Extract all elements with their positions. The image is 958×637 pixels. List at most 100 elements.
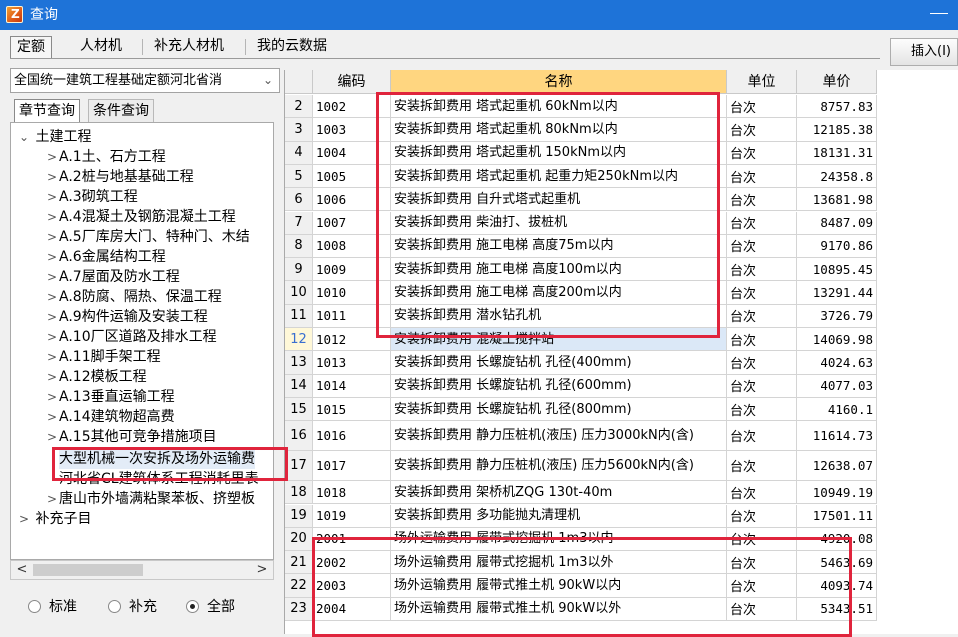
cell-unit[interactable]: 台次 — [727, 527, 797, 552]
table-row[interactable]: 3 1003 安装拆卸费用 塔式起重机 80kNm以内 台次 12185.38 — [285, 118, 958, 142]
table-row[interactable]: 20 2001 场外运输费用 履带式挖掘机 1m3以内 台次 4920.08 — [285, 527, 958, 552]
chevron-right-icon[interactable]: > — [45, 207, 59, 227]
row-index[interactable]: 11 — [285, 304, 313, 328]
cell-name[interactable]: 场外运输费用 履带式挖掘机 1m3以外 — [391, 551, 727, 575]
cell-name[interactable]: 安装拆卸费用 施工电梯 高度200m以内 — [391, 281, 727, 305]
table-row[interactable]: 11 1011 安装拆卸费用 潜水钻孔机 台次 3726.79 — [285, 304, 958, 328]
tree-node[interactable]: > A.7屋面及防水工程 — [45, 267, 180, 287]
cell-code[interactable]: 1019 — [313, 504, 391, 528]
tree-node[interactable]: 河北省CL建筑体系工程消耗里表 — [59, 469, 259, 489]
table-row[interactable]: 10 1010 安装拆卸费用 施工电梯 高度200m以内 台次 13291.44 — [285, 281, 958, 305]
chevron-right-icon[interactable]: > — [45, 427, 59, 447]
tree-node[interactable]: > A.4混凝土及钢筋混凝土工程 — [45, 207, 236, 227]
cell-unit[interactable]: 台次 — [727, 141, 797, 165]
tree-node-selected[interactable]: 大型机械一次安拆及场外运输费 — [59, 449, 255, 469]
chevron-right-icon[interactable]: > — [45, 347, 59, 367]
row-index[interactable]: 8 — [285, 234, 313, 259]
tree-node[interactable]: > A.8防腐、隔热、保温工程 — [45, 287, 222, 307]
table-row[interactable]: 12 1012 安装拆卸费用 混凝土搅拌站 台次 14069.98 — [285, 328, 958, 352]
cell-price[interactable]: 24358.8 — [797, 164, 877, 189]
table-row[interactable]: 17 1017 安装拆卸费用 静力压桩机(液压) 压力5600kN内(含) 台次 126… — [285, 451, 958, 482]
cell-code[interactable]: 1006 — [313, 188, 391, 212]
cell-unit[interactable]: 台次 — [727, 328, 797, 352]
cell-price[interactable]: 8487.09 — [797, 211, 877, 235]
cell-unit[interactable]: 台次 — [727, 551, 797, 575]
cell-name[interactable]: 安装拆卸费用 静力压桩机(液压) 压力3000kN内(含) — [391, 421, 727, 452]
cell-name[interactable]: 安装拆卸费用 长螺旋钻机 孔径(600mm) — [391, 374, 727, 398]
row-index[interactable]: 22 — [285, 574, 313, 598]
row-index[interactable]: 17 — [285, 451, 313, 482]
cell-unit[interactable]: 台次 — [727, 351, 797, 375]
tree-node[interactable]: > A.9构件运输及安装工程 — [45, 307, 208, 327]
cell-unit[interactable]: 台次 — [727, 374, 797, 398]
cell-code[interactable]: 1015 — [313, 397, 391, 422]
table-row[interactable]: 9 1009 安装拆卸费用 施工电梯 高度100m以内 台次 10895.45 — [285, 258, 958, 282]
cell-code[interactable]: 1009 — [313, 258, 391, 282]
cell-name[interactable]: 场外运输费用 履带式推土机 90kW以外 — [391, 597, 727, 621]
tab-my-cloud-data[interactable]: 我的云数据 — [251, 36, 333, 59]
cell-name[interactable]: 安装拆卸费用 混凝土搅拌站 — [391, 328, 727, 352]
cell-name[interactable]: 安装拆卸费用 塔式起重机 起重力矩250kNm以内 — [391, 164, 727, 189]
cell-code[interactable]: 1004 — [313, 141, 391, 165]
cell-code[interactable]: 1018 — [313, 481, 391, 505]
radio-all[interactable]: 全部 — [186, 598, 235, 616]
cell-name[interactable]: 安装拆卸费用 塔式起重机 150kNm以内 — [391, 141, 727, 165]
cell-unit[interactable]: 台次 — [727, 574, 797, 598]
row-index[interactable]: 5 — [285, 164, 313, 189]
cell-code[interactable]: 1016 — [313, 421, 391, 452]
cell-name[interactable]: 安装拆卸费用 施工电梯 高度100m以内 — [391, 258, 727, 282]
row-index[interactable]: 21 — [285, 551, 313, 575]
grid-header-unit[interactable]: 单位 — [727, 70, 797, 94]
cell-unit[interactable]: 台次 — [727, 164, 797, 189]
chevron-down-icon[interactable]: ⌄ — [261, 69, 275, 92]
chevron-right-icon[interactable]: > — [45, 147, 59, 167]
cell-unit[interactable]: 台次 — [727, 188, 797, 212]
cell-price[interactable]: 12638.07 — [797, 451, 877, 482]
cell-name[interactable]: 安装拆卸费用 静力压桩机(液压) 压力5600kN内(含) — [391, 451, 727, 482]
cell-price[interactable]: 4077.03 — [797, 374, 877, 398]
tree-horizontal-scrollbar[interactable]: < > — [10, 560, 274, 580]
row-index[interactable]: 16 — [285, 421, 313, 452]
cell-unit[interactable]: 台次 — [727, 421, 797, 452]
cell-code[interactable]: 1011 — [313, 304, 391, 328]
chevron-down-icon[interactable]: ⌄ — [17, 127, 31, 147]
minimize-icon[interactable] — [930, 13, 948, 14]
tree-node[interactable]: > A.14建筑物超高费 — [45, 407, 175, 427]
cell-code[interactable]: 1008 — [313, 234, 391, 259]
tree-node[interactable]: > A.6金属结构工程 — [45, 247, 166, 267]
cell-price[interactable]: 4093.74 — [797, 574, 877, 598]
tab-chapter-query[interactable]: 章节查询 — [14, 99, 80, 123]
tree-node[interactable]: > A.5厂库房大门、特种门、木结 — [45, 227, 250, 247]
tree-node[interactable]: > A.3砌筑工程 — [45, 187, 138, 207]
cell-price[interactable]: 3726.79 — [797, 304, 877, 328]
tree-node-civil-works[interactable]: ⌄ 土建工程 — [17, 127, 91, 147]
cell-name[interactable]: 安装拆卸费用 长螺旋钻机 孔径(800mm) — [391, 397, 727, 422]
row-index[interactable]: 13 — [285, 351, 313, 375]
cell-name[interactable]: 安装拆卸费用 多功能抛丸清理机 — [391, 504, 727, 528]
cell-price[interactable]: 14069.98 — [797, 328, 877, 352]
row-index[interactable]: 23 — [285, 597, 313, 621]
cell-price[interactable]: 4160.1 — [797, 397, 877, 422]
row-index[interactable]: 20 — [285, 527, 313, 552]
chevron-right-icon[interactable]: > — [45, 247, 59, 267]
tree-node[interactable]: > A.1土、石方工程 — [45, 147, 166, 167]
chevron-right-icon[interactable]: > — [45, 267, 59, 287]
row-index[interactable]: 10 — [285, 281, 313, 305]
table-row[interactable]: 23 2004 场外运输费用 履带式推土机 90kW以外 台次 5343.51 — [285, 597, 958, 621]
tree-node-supplementary[interactable]: > 补充子目 — [17, 509, 91, 529]
cell-name[interactable]: 安装拆卸费用 塔式起重机 80kNm以内 — [391, 118, 727, 142]
radio-dot[interactable] — [28, 600, 41, 613]
tree-node[interactable]: > A.11脚手架工程 — [45, 347, 161, 367]
cell-unit[interactable]: 台次 — [727, 211, 797, 235]
quota-library-select[interactable]: 全国统一建筑工程基础定额河北省消 ⌄ — [10, 68, 280, 93]
cell-code[interactable]: 2004 — [313, 597, 391, 621]
tree-node[interactable]: > A.12模板工程 — [45, 367, 147, 387]
cell-unit[interactable]: 台次 — [727, 397, 797, 422]
cell-unit[interactable]: 台次 — [727, 118, 797, 142]
chevron-right-icon[interactable]: > — [45, 407, 59, 427]
cell-code[interactable]: 1017 — [313, 451, 391, 482]
cell-unit[interactable]: 台次 — [727, 304, 797, 328]
table-row[interactable]: 7 1007 安装拆卸费用 柴油打、拔桩机 台次 8487.09 — [285, 211, 958, 235]
cell-name[interactable]: 安装拆卸费用 架桥机ZQG 130t-40m — [391, 481, 727, 505]
tree-node[interactable]: > A.2桩与地基基础工程 — [45, 167, 194, 187]
